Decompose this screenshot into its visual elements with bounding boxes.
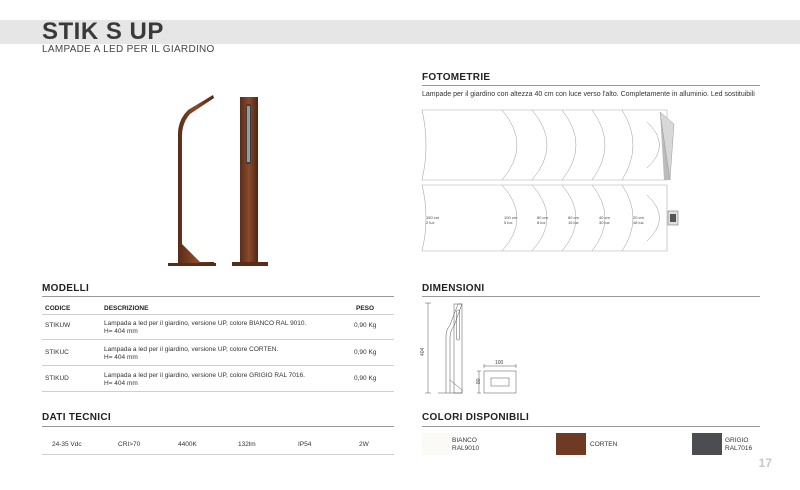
product-image	[168, 95, 268, 266]
spec-cct: 4400K	[178, 441, 197, 448]
color-swatch-bianco	[422, 433, 452, 455]
color-grigio-label: GRIGIO	[725, 437, 749, 444]
row-0-desc2: H= 404 mm	[104, 328, 138, 335]
foto-label-lux-1: 5 lux	[504, 220, 512, 225]
photometric-diagram-plan: 150 cm 2 lux 100 cm 5 lux 80 cm 8 lux 60…	[421, 184, 679, 252]
dim-width: 100	[495, 360, 504, 366]
fotometrie-title: FOTOMETRIE	[422, 72, 491, 83]
color-corten-label: CORTEN	[590, 441, 618, 448]
col-header-code: CODICE	[45, 305, 71, 312]
col-header-desc: DESCRIZIONE	[104, 305, 149, 312]
dim-height: 404	[420, 347, 426, 356]
dati-rule	[42, 426, 394, 427]
row-1-code: STIKUC	[45, 349, 69, 356]
page-number: 17	[758, 456, 772, 470]
row-2-code: STIKUD	[45, 375, 69, 382]
dimensioni-title: DIMENSIONI	[422, 283, 485, 294]
colori-title: COLORI DISPONIBILI	[422, 412, 530, 423]
dim-depth: 80	[476, 378, 482, 384]
spec-voltage: 24-35 Vdc	[52, 441, 82, 448]
color-grigio-ral: RAL7016	[725, 445, 753, 452]
row-0-code: STIKUW	[45, 322, 71, 329]
row-2-weight: 0,90 Kg	[354, 375, 377, 382]
col-header-weight: PESO	[356, 305, 375, 312]
photometric-diagram-side	[421, 109, 675, 181]
spec-lumen: 132lm	[238, 441, 256, 448]
modelli-title: MODELLI	[42, 283, 90, 294]
foto-label-lux-4: 30 lux	[599, 220, 610, 225]
colori-rule	[422, 426, 760, 427]
spec-ip: IP54	[298, 441, 312, 448]
color-bianco-ral: RAL9010	[452, 445, 480, 452]
page-subtitle: LAMPADE A LED PER IL GIARDINO	[42, 44, 215, 55]
foto-label-lux-0: 2 lux	[426, 220, 434, 225]
row-0-weight: 0,90 Kg	[354, 322, 377, 329]
spec-power: 2W	[359, 441, 369, 448]
dimensioni-rule	[422, 296, 760, 297]
fotometrie-rule	[422, 85, 760, 86]
catalog-page: STIK S UP LAMPADE A LED PER IL GIARDINO …	[0, 0, 800, 490]
color-bianco-label: BIANCO	[452, 437, 477, 444]
row-1-desc2: H= 404 mm	[104, 354, 138, 361]
row-1-weight: 0,90 Kg	[354, 349, 377, 356]
row-0-desc1: Lampada a led per il giardino, versione …	[104, 320, 307, 327]
dimension-drawing: 404 100 80	[420, 302, 517, 394]
color-swatch-grigio	[692, 433, 722, 455]
fotometrie-description: Lampade per il giardino con altezza 40 c…	[422, 91, 755, 98]
modelli-rule	[42, 296, 394, 297]
foto-label-lux-5: 48 lux	[633, 220, 644, 225]
foto-label-lux-2: 8 lux	[537, 220, 545, 225]
foto-label-lux-3: 15 lux	[568, 220, 579, 225]
color-swatch-corten	[556, 433, 586, 455]
row-2-desc2: H= 404 mm	[104, 380, 138, 387]
row-1-desc1: Lampada a led per il giardino, versione …	[104, 346, 279, 353]
dati-title: DATI TECNICI	[42, 412, 111, 423]
spec-cri: CRI>70	[118, 441, 141, 448]
row-2-desc1: Lampada a led per il giardino, versione …	[104, 372, 305, 379]
page-title: STIK S UP	[42, 18, 164, 45]
